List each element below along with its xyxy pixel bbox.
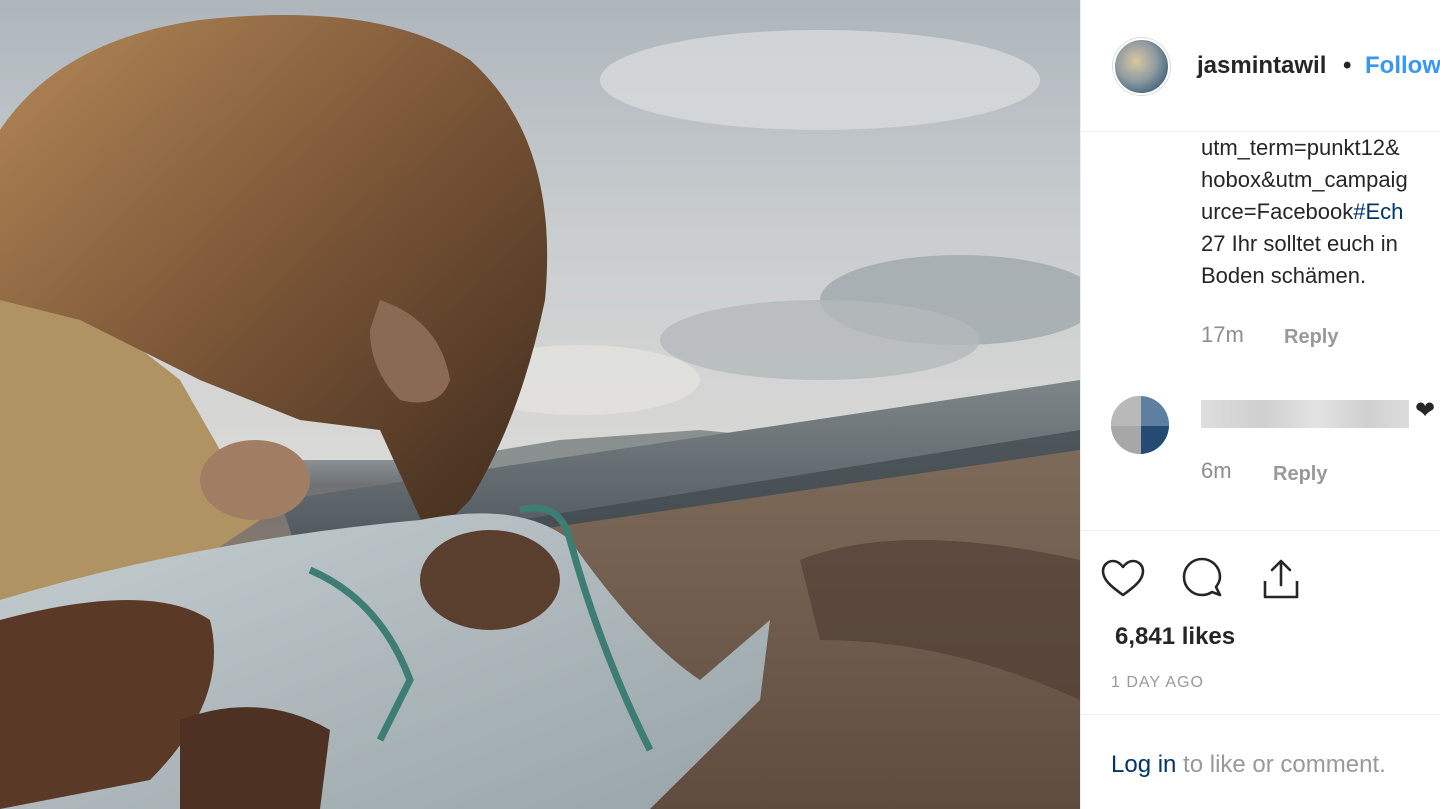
comment-body: utm_term=punkt12& hobox&utm_campaig urce… bbox=[1201, 132, 1408, 292]
speech-bubble-icon bbox=[1182, 557, 1222, 597]
login-link[interactable]: Log in bbox=[1111, 751, 1176, 779]
post-header: jasmintawil • Follow bbox=[1081, 0, 1440, 132]
reply-button[interactable]: Reply bbox=[1284, 326, 1338, 349]
share-button[interactable] bbox=[1257, 555, 1305, 603]
comment-line: Boden schämen. bbox=[1201, 263, 1367, 288]
comment-line: urce=Facebook#Ech bbox=[1201, 196, 1408, 228]
comment-button[interactable] bbox=[1178, 555, 1226, 603]
post-photo bbox=[0, 0, 1080, 809]
likes-count[interactable]: 6,841 likes bbox=[1115, 623, 1235, 651]
commenter-name-blurred bbox=[1201, 400, 1409, 428]
heart-outline-icon bbox=[1101, 559, 1145, 597]
author-avatar[interactable] bbox=[1113, 38, 1170, 95]
commenter-avatar-blurred[interactable] bbox=[1111, 396, 1169, 454]
blur-pixel bbox=[1141, 426, 1169, 454]
post-actions: 6,841 likes 1 DAY AGO bbox=[1081, 530, 1440, 714]
blur-pixel bbox=[1141, 396, 1169, 426]
comments-list: utm_term=punkt12& hobox&utm_campaig urce… bbox=[1081, 132, 1440, 530]
comment-hashtag-link[interactable]: #Ech bbox=[1353, 199, 1403, 224]
blur-pixel bbox=[1111, 426, 1141, 454]
share-upload-icon bbox=[1263, 559, 1299, 599]
post-date: 1 DAY AGO bbox=[1111, 674, 1204, 691]
follow-button[interactable]: Follow bbox=[1365, 52, 1440, 80]
login-text: Log in to like or comment. bbox=[1111, 751, 1386, 779]
login-rest-text: to like or comment. bbox=[1176, 751, 1386, 778]
comment-line-text: urce=Facebook bbox=[1201, 199, 1354, 224]
beach-photo-illustration bbox=[0, 0, 1080, 809]
comment-line: utm_term=punkt12& bbox=[1201, 135, 1400, 160]
heart-filled-icon[interactable]: ❤ bbox=[1415, 396, 1435, 425]
comment-line: 27 Ihr solltet euch in bbox=[1201, 231, 1398, 256]
author-username[interactable]: jasmintawil bbox=[1197, 52, 1326, 80]
post-sidebar: jasmintawil • Follow utm_term=punkt12& h… bbox=[1080, 0, 1440, 809]
blur-pixel bbox=[1111, 396, 1141, 426]
comment-timestamp: 17m bbox=[1201, 322, 1244, 347]
comment-line: hobox&utm_campaig bbox=[1201, 167, 1408, 192]
reply-button[interactable]: Reply bbox=[1273, 463, 1327, 486]
like-button[interactable] bbox=[1099, 555, 1147, 603]
login-prompt: Log in to like or comment. bbox=[1081, 714, 1440, 809]
header-separator: • bbox=[1343, 52, 1352, 79]
comment-timestamp: 6m bbox=[1201, 458, 1232, 483]
